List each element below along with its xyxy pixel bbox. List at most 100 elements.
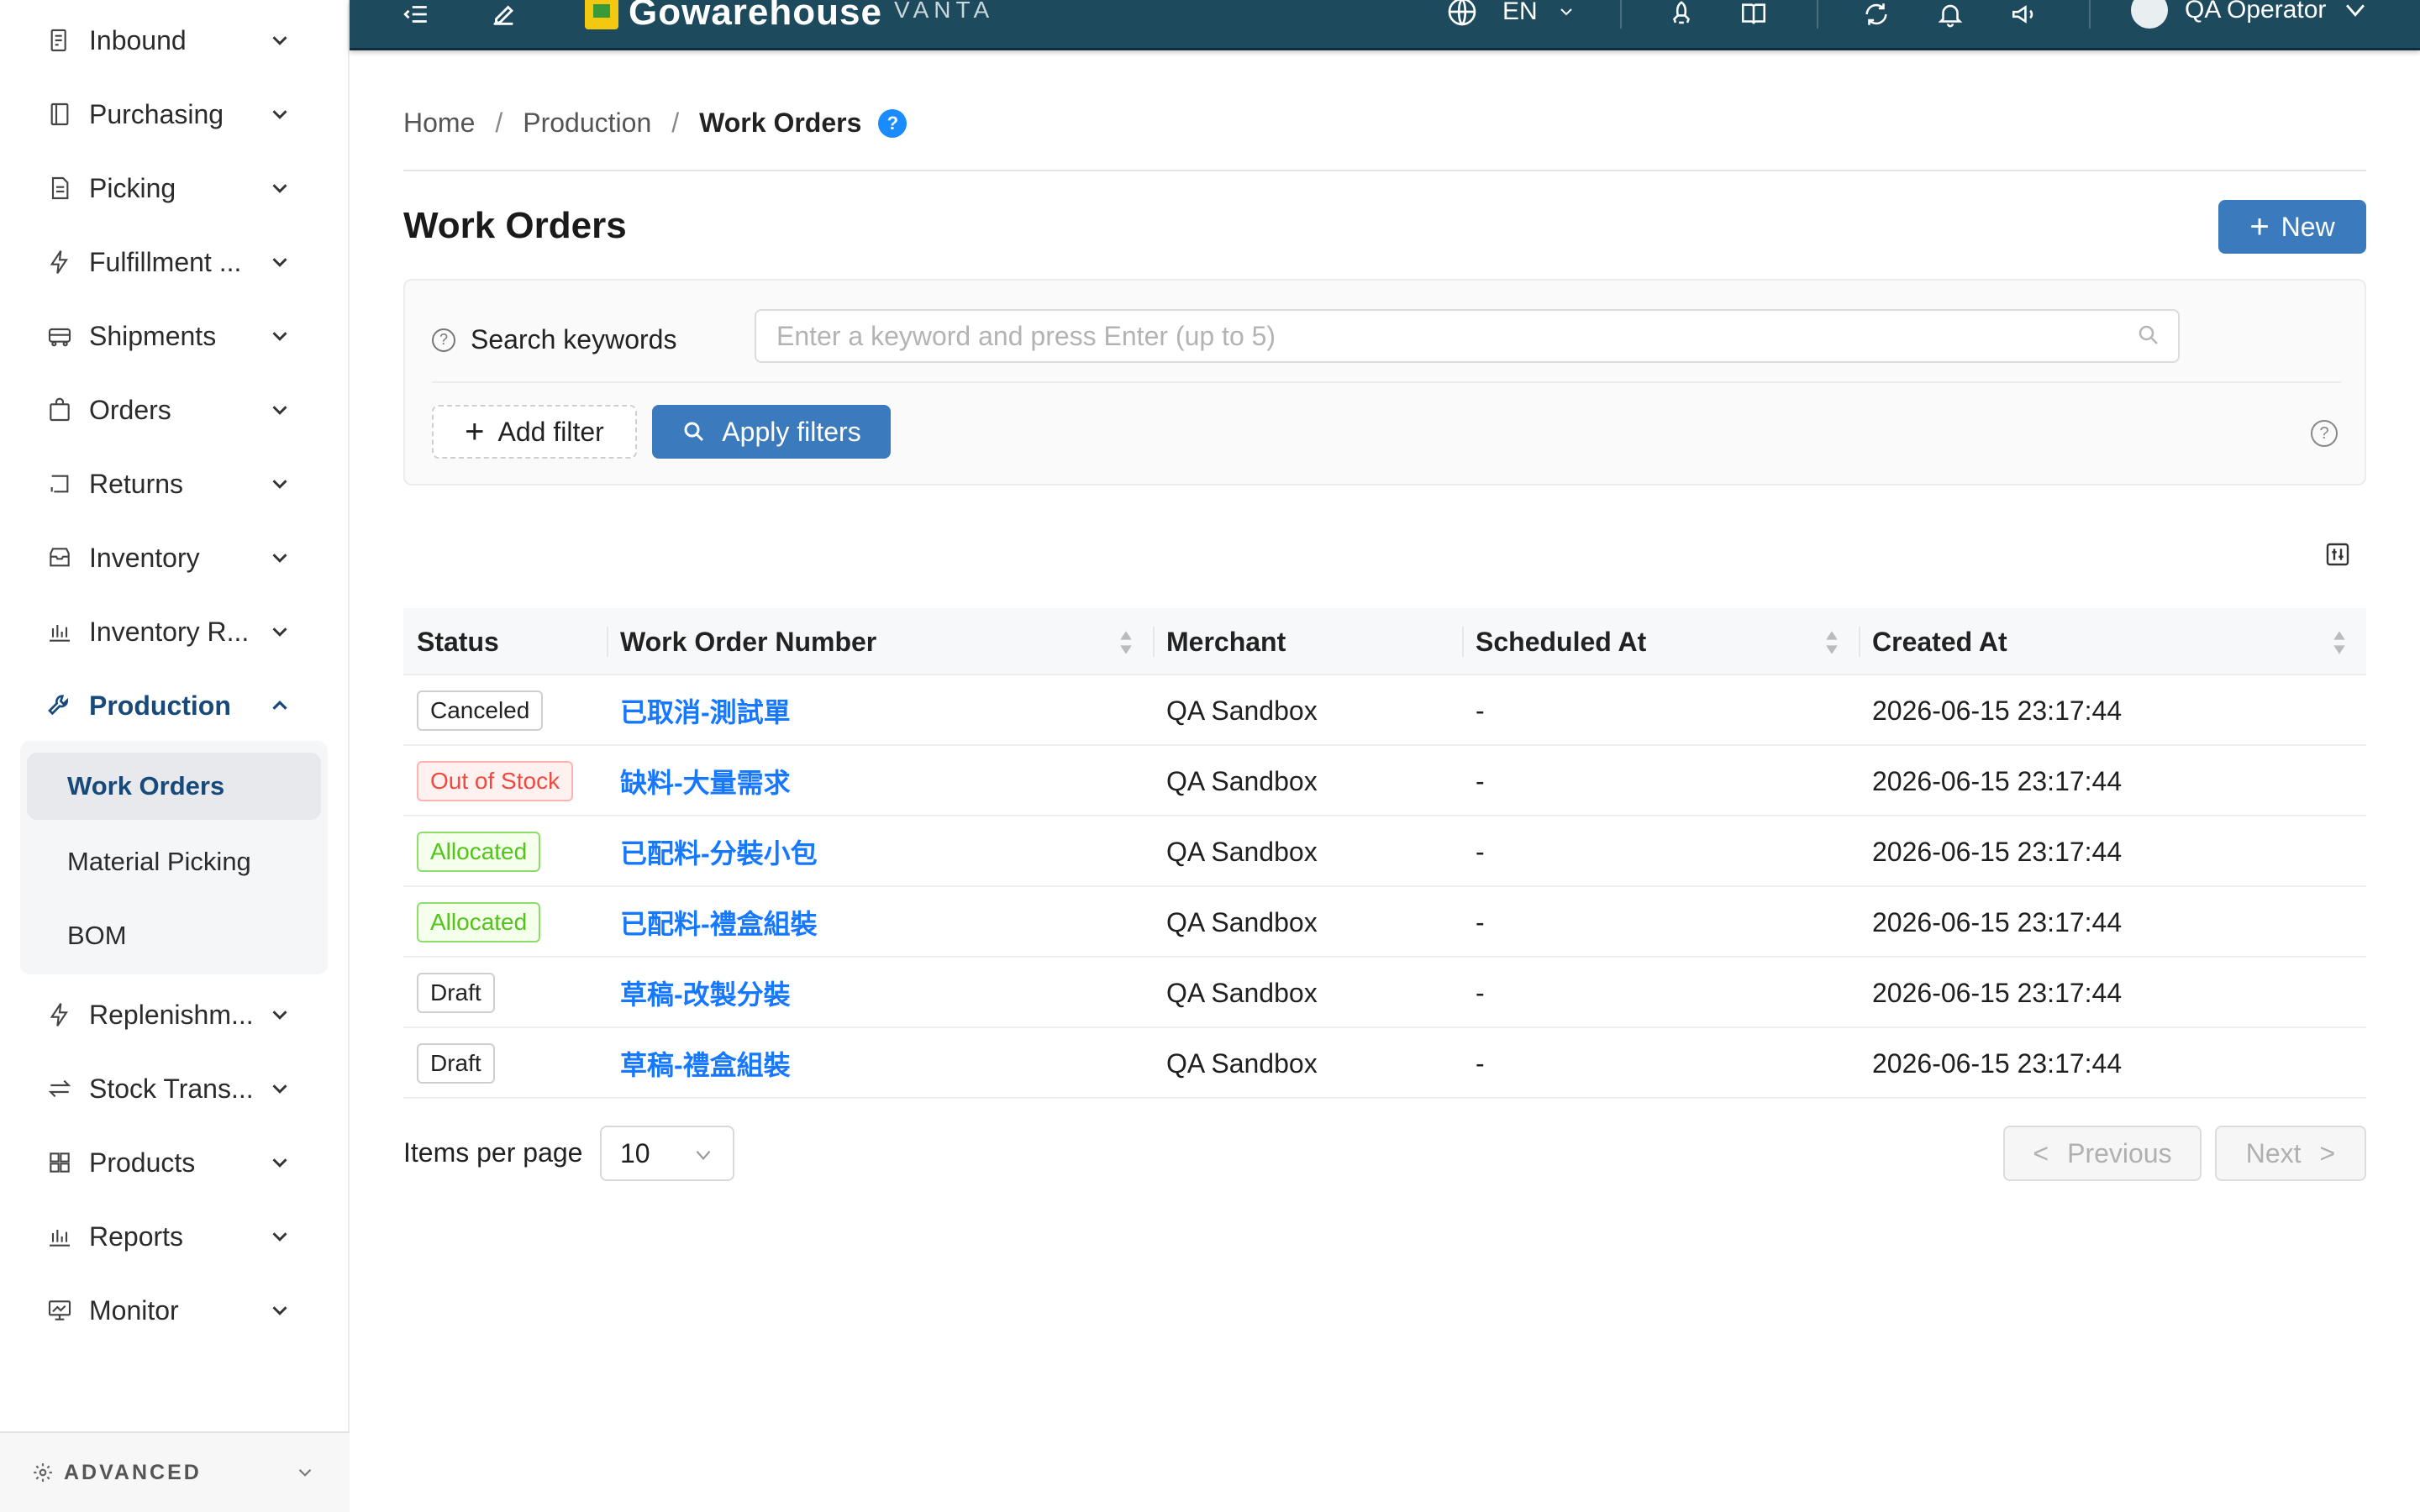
scheduled-at-cell: - xyxy=(1476,977,1485,1008)
sidebar-item-replenishment[interactable]: Replenishm... xyxy=(0,978,350,1052)
sidebar-item-inventory[interactable]: Inventory xyxy=(0,521,350,595)
chevron-down-icon xyxy=(272,554,287,563)
sidebar-subitem-work-orders[interactable]: Work Orders xyxy=(27,753,321,820)
column-header-created-at[interactable]: Created At xyxy=(1859,608,2007,675)
breadcrumb-production[interactable]: Production xyxy=(523,108,651,139)
language-selector[interactable]: EN xyxy=(1445,0,1576,29)
edit-icon[interactable] xyxy=(487,0,521,29)
sidebar-item-products[interactable]: Products xyxy=(0,1126,350,1200)
table-row[interactable]: Allocated 已配料-分裝小包 QA Sandbox - 2026-06-… xyxy=(403,816,2366,887)
help-icon[interactable]: ? xyxy=(878,108,908,138)
apply-filters-button[interactable]: Apply filters xyxy=(652,405,891,459)
add-filter-button[interactable]: + Add filter xyxy=(432,405,637,459)
table-row[interactable]: Draft 草稿-改製分裝 QA Sandbox - 2026-06-15 23… xyxy=(403,958,2366,1028)
sidebar-item-monitor[interactable]: Monitor xyxy=(0,1273,350,1347)
sidebar-subitem-bom[interactable]: BOM xyxy=(27,902,321,969)
new-work-order-button[interactable]: + New xyxy=(2218,200,2366,254)
sidebar-item-returns[interactable]: Returns xyxy=(0,447,350,521)
sort-icon[interactable] xyxy=(1118,628,1134,657)
sidebar-item-label: Stock Trans... xyxy=(89,1073,254,1104)
next-page-button[interactable]: Next > xyxy=(2215,1126,2366,1181)
sort-icon[interactable] xyxy=(1823,628,1840,657)
megaphone-icon[interactable] xyxy=(2008,0,2042,29)
chevron-down-icon xyxy=(298,1468,312,1477)
column-settings-icon[interactable] xyxy=(2324,541,2351,568)
chevron-left-icon: < xyxy=(2033,1137,2049,1168)
refresh-icon[interactable] xyxy=(1860,0,1894,29)
sidebar-item-inventory-reports[interactable]: Inventory R... xyxy=(0,595,350,669)
sidebar-item-orders[interactable]: Orders xyxy=(0,373,350,447)
created-at-cell: 2026-06-15 23:17:44 xyxy=(1872,765,2123,796)
header-divider xyxy=(2089,0,2091,29)
table-row[interactable]: Draft 草稿-禮盒組裝 QA Sandbox - 2026-06-15 23… xyxy=(403,1028,2366,1099)
globe-icon xyxy=(1448,0,1476,26)
sidebar-item-label: Purchasing xyxy=(89,98,224,129)
sidebar-item-fulfillment[interactable]: Fulfillment ... xyxy=(0,225,350,299)
table-row[interactable]: Out of Stock 缺料-大量需求 QA Sandbox - 2026-0… xyxy=(403,746,2366,816)
breadcrumb-home[interactable]: Home xyxy=(403,108,475,139)
sidebar-item-stock-transfers[interactable]: Stock Trans... xyxy=(0,1052,350,1126)
chevron-down-icon xyxy=(272,258,287,267)
add-filter-label: Add filter xyxy=(497,416,604,447)
rocket-icon[interactable] xyxy=(1665,0,1699,29)
sidebar-item-shipments[interactable]: Shipments xyxy=(0,299,350,373)
next-label: Next xyxy=(2245,1137,2302,1168)
table-row[interactable]: Allocated 已配料-禮盒組裝 QA Sandbox - 2026-06-… xyxy=(403,887,2366,958)
created-at-cell: 2026-06-15 23:17:44 xyxy=(1872,836,2123,867)
work-order-link[interactable]: 已取消-測試單 xyxy=(620,691,791,730)
created-at-cell: 2026-06-15 23:17:44 xyxy=(1872,1047,2123,1079)
grid-icon xyxy=(45,1148,74,1177)
created-at-cell: 2026-06-15 23:17:44 xyxy=(1872,695,2123,726)
work-order-link[interactable]: 缺料-大量需求 xyxy=(620,762,791,801)
inbound-icon xyxy=(45,26,74,55)
scheduled-at-cell: - xyxy=(1476,765,1485,796)
bar-chart-icon xyxy=(45,617,74,646)
question-icon[interactable]: ? xyxy=(432,328,455,352)
sidebar-item-reports[interactable]: Reports xyxy=(0,1200,350,1273)
work-order-link[interactable]: 已配料-禮盒組裝 xyxy=(620,903,818,942)
chevron-down-icon xyxy=(1560,8,1572,16)
sidebar-item-label: Fulfillment ... xyxy=(89,246,242,277)
work-order-link[interactable]: 草稿-改製分裝 xyxy=(620,974,791,1012)
sort-icon[interactable] xyxy=(2331,628,2348,657)
menu-collapse-icon[interactable] xyxy=(400,0,434,29)
sidebar-item-label: Monitor xyxy=(89,1294,179,1326)
breadcrumb-separator: / xyxy=(495,108,503,138)
app-logo[interactable]: Gowarehouse VANTA xyxy=(585,0,994,34)
sidebar-item-label: Picking xyxy=(89,172,176,203)
inventory-icon xyxy=(45,543,74,572)
filter-panel: ? Search keywords + Add filter Apply fil… xyxy=(403,279,2366,486)
advanced-section-toggle[interactable]: ADVANCED xyxy=(0,1431,350,1512)
chevron-up-icon xyxy=(272,700,287,710)
filter-help-icon[interactable]: ? xyxy=(2311,420,2338,447)
sidebar-item-production[interactable]: Production xyxy=(0,669,350,743)
status-badge: Allocated xyxy=(417,902,541,942)
column-header-scheduled-at[interactable]: Scheduled At xyxy=(1462,608,1646,675)
bell-icon[interactable] xyxy=(1934,0,1968,29)
table-row[interactable]: Canceled 已取消-測試單 QA Sandbox - 2026-06-15… xyxy=(403,675,2366,746)
items-per-page-select[interactable]: 10 xyxy=(600,1126,734,1181)
book-icon[interactable] xyxy=(1738,0,1771,29)
chevron-down-icon xyxy=(272,1306,287,1315)
search-input[interactable] xyxy=(755,309,2180,363)
work-orders-table: Status Work Order Number Merchant Schedu… xyxy=(403,608,2366,1099)
header-divider xyxy=(403,170,2366,171)
sidebar-item-inbound[interactable]: Inbound xyxy=(0,3,350,77)
user-menu[interactable]: QA Operator xyxy=(2131,0,2370,29)
filter-divider xyxy=(432,381,2341,383)
previous-page-button[interactable]: < Previous xyxy=(2003,1126,2202,1181)
sidebar-item-purchasing[interactable]: Purchasing xyxy=(0,77,350,151)
work-order-link[interactable]: 已配料-分裝小包 xyxy=(620,832,818,871)
wrench-icon xyxy=(45,691,74,720)
column-header-work-order-number[interactable]: Work Order Number xyxy=(607,608,876,675)
sidebar-subitem-material-picking[interactable]: Material Picking xyxy=(27,828,321,895)
chevron-down-icon xyxy=(272,1011,287,1020)
gear-icon xyxy=(34,1463,52,1482)
sidebar-item-picking[interactable]: Picking xyxy=(0,151,350,225)
advanced-label: ADVANCED xyxy=(64,1460,202,1484)
work-order-link[interactable]: 草稿-禮盒組裝 xyxy=(620,1044,791,1083)
status-badge: Draft xyxy=(417,1043,495,1084)
return-icon xyxy=(45,470,74,498)
bag-icon xyxy=(45,396,74,424)
chevron-down-icon xyxy=(272,480,287,489)
